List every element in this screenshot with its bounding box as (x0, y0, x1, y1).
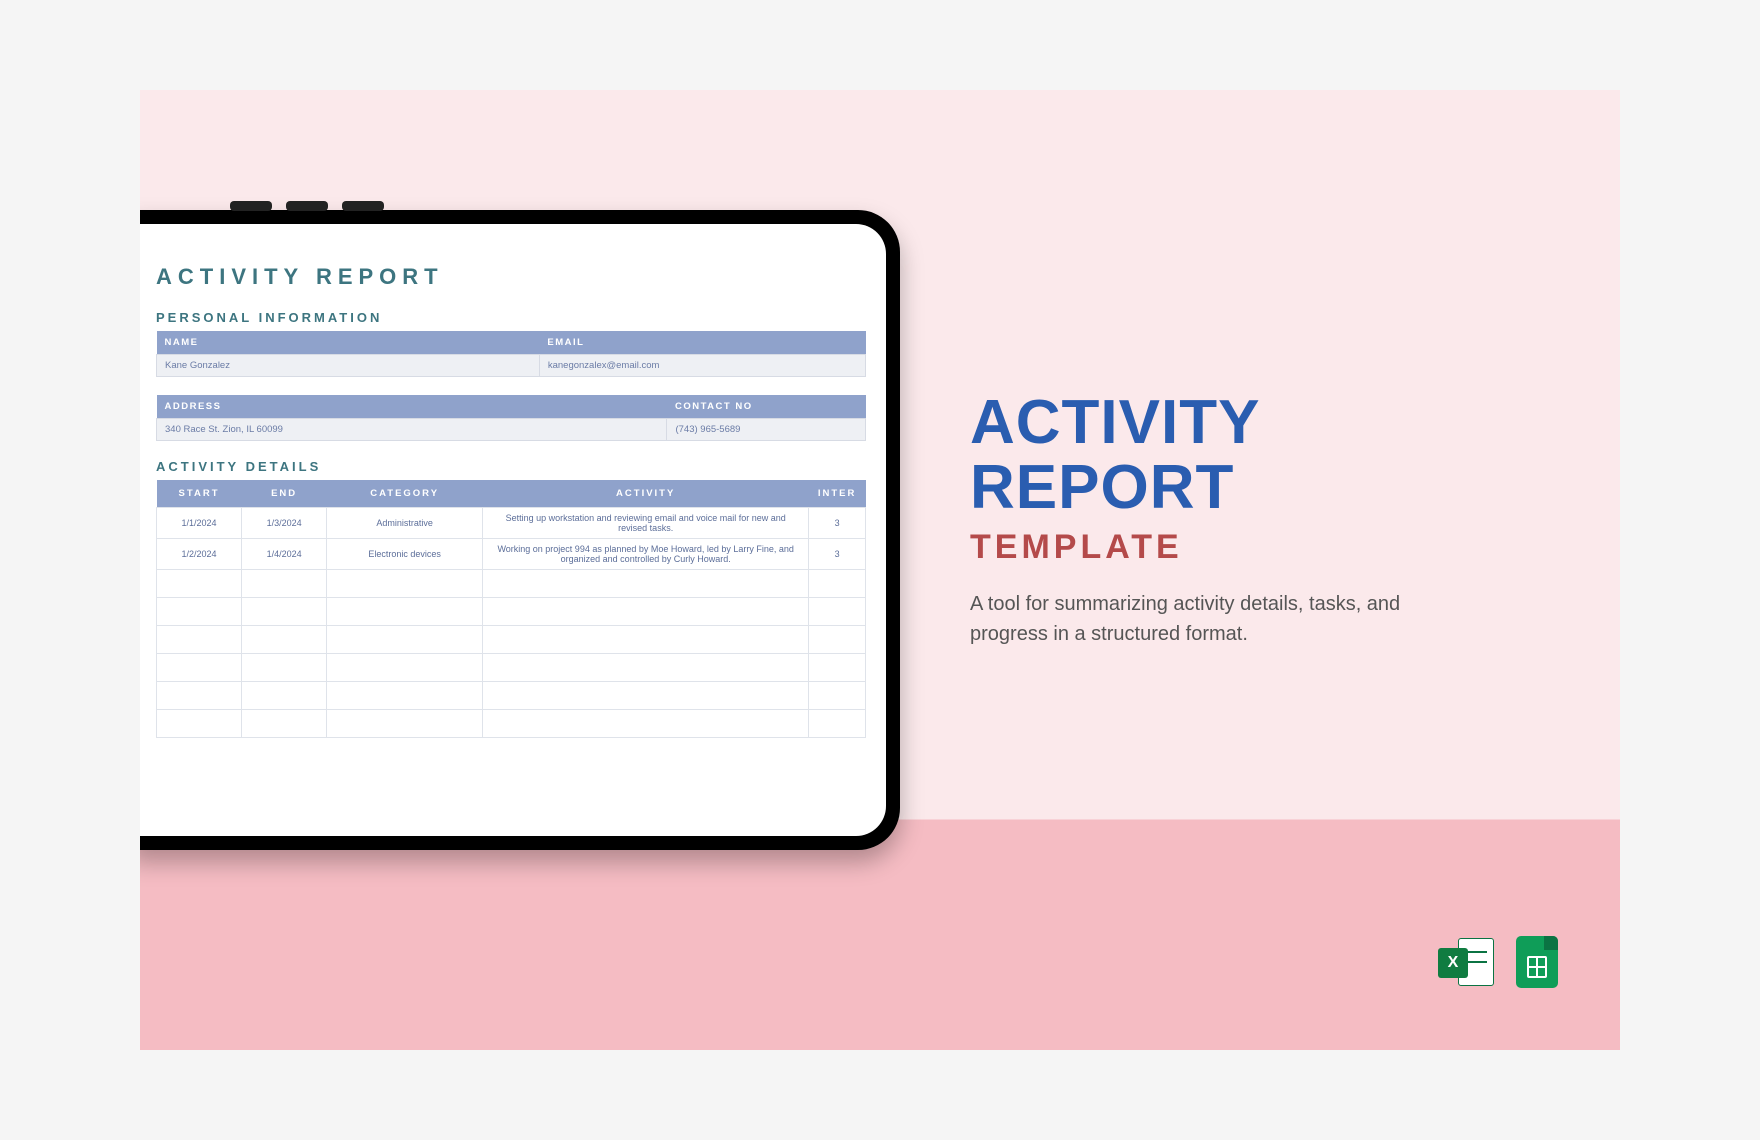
col-start: START (157, 480, 242, 508)
name-value: Kane Gonzalez (157, 355, 540, 377)
table-row (157, 598, 866, 626)
personal-info-table-1: NAME EMAIL Kane Gonzalez kanegonzalex@em… (156, 331, 866, 377)
cell-activity: Setting up workstation and reviewing ema… (483, 508, 809, 539)
name-header: NAME (157, 331, 540, 355)
cell-start: 1/1/2024 (157, 508, 242, 539)
promo-copy: ACTIVITY REPORT TEMPLATE A tool for summ… (970, 390, 1540, 649)
col-end: END (242, 480, 327, 508)
excel-icon: X (1438, 934, 1494, 990)
contact-header: CONTACT NO (667, 395, 866, 419)
table-row (157, 570, 866, 598)
promo-title-line2: REPORT (970, 453, 1234, 522)
details-header-row: START END CATEGORY ACTIVITY INTER (157, 480, 866, 508)
table-row (157, 626, 866, 654)
promo-subtitle: TEMPLATE (970, 528, 1540, 567)
col-category: CATEGORY (327, 480, 483, 508)
format-icons: X (1438, 934, 1566, 990)
tablet-screen: ACTIVITY REPORT PERSONAL INFORMATION NAM… (140, 224, 886, 836)
table-row (157, 710, 866, 738)
promo-title: ACTIVITY REPORT (970, 390, 1540, 520)
cell-category: Electronic devices (327, 539, 483, 570)
promo-title-line1: ACTIVITY (970, 388, 1260, 457)
col-inter: INTER (809, 480, 866, 508)
cell-end: 1/3/2024 (242, 508, 327, 539)
col-activity: ACTIVITY (483, 480, 809, 508)
cell-inter: 3 (809, 508, 866, 539)
address-header: ADDRESS (157, 395, 667, 419)
excel-glyph: X (1438, 948, 1468, 978)
personal-info-label: PERSONAL INFORMATION (156, 310, 866, 325)
contact-value: (743) 965-5689 (667, 419, 866, 441)
promo-canvas: ACTIVITY REPORT PERSONAL INFORMATION NAM… (140, 90, 1620, 1050)
table-row: 1/1/2024 1/3/2024 Administrative Setting… (157, 508, 866, 539)
table-row: 1/2/2024 1/4/2024 Electronic devices Wor… (157, 539, 866, 570)
activity-details-label: ACTIVITY DETAILS (156, 459, 866, 474)
promo-description: A tool for summarizing activity details,… (970, 589, 1430, 649)
tablet-side-buttons (230, 201, 384, 211)
address-value: 340 Race St. Zion, IL 60099 (157, 419, 667, 441)
email-header: EMAIL (539, 331, 865, 355)
email-value: kanegonzalex@email.com (539, 355, 865, 377)
tablet-mockup: ACTIVITY REPORT PERSONAL INFORMATION NAM… (140, 210, 900, 850)
table-row (157, 654, 866, 682)
cell-inter: 3 (809, 539, 866, 570)
cell-category: Administrative (327, 508, 483, 539)
cell-start: 1/2/2024 (157, 539, 242, 570)
personal-info-table-2: ADDRESS CONTACT NO 340 Race St. Zion, IL… (156, 395, 866, 441)
cell-activity: Working on project 994 as planned by Moe… (483, 539, 809, 570)
activity-details-table: START END CATEGORY ACTIVITY INTER 1/1/20… (156, 480, 866, 738)
report-title: ACTIVITY REPORT (156, 264, 866, 290)
table-row (157, 682, 866, 710)
google-sheets-icon (1510, 934, 1566, 990)
cell-end: 1/4/2024 (242, 539, 327, 570)
